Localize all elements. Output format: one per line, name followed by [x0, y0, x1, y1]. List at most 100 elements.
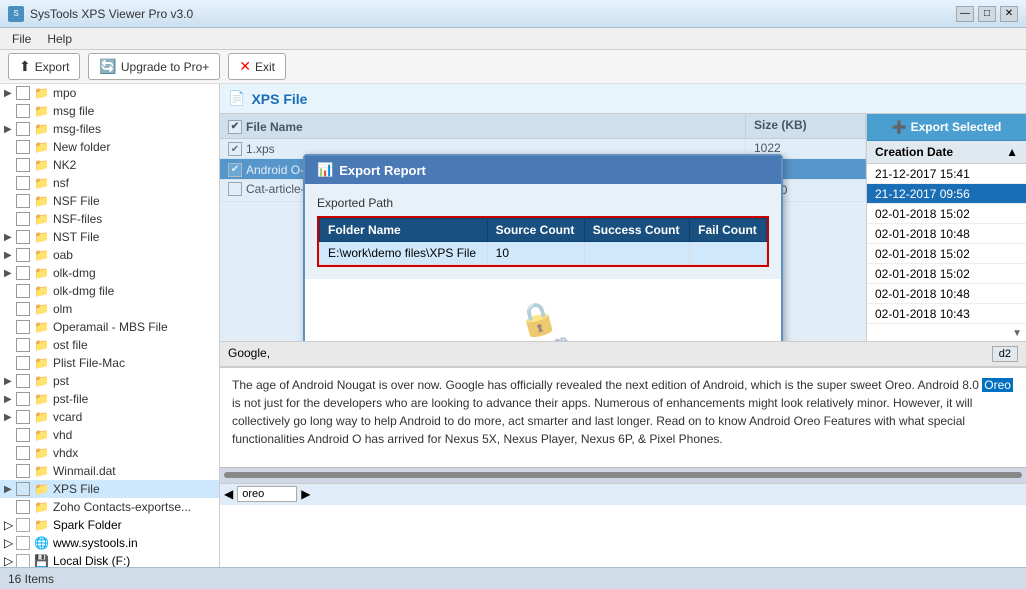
- sidebar-item-nsf-file[interactable]: 📁 NSF File: [0, 192, 219, 210]
- folder-checkbox[interactable]: [16, 500, 30, 514]
- folder-checkbox[interactable]: [16, 104, 30, 118]
- folder-checkbox[interactable]: [16, 410, 30, 424]
- sidebar-item-winmail[interactable]: 📁 Winmail.dat: [0, 462, 219, 480]
- sidebar-item-olk-dmg[interactable]: ▶ 📁 olk-dmg: [0, 264, 219, 282]
- sidebar-item-new-folder[interactable]: 📁 New folder: [0, 138, 219, 156]
- folder-icon: 📁: [34, 410, 49, 424]
- sidebar-item-mpo[interactable]: ▶ 📁 mpo: [0, 84, 219, 102]
- sidebar-systools[interactable]: ▷ 🌐 www.systools.in: [0, 534, 219, 552]
- sidebar-item-nsf-files[interactable]: 📁 NSF-files: [0, 210, 219, 228]
- menu-bar: File Help: [0, 28, 1026, 50]
- sidebar-item-nk2[interactable]: 📁 NK2: [0, 156, 219, 174]
- sidebar-item-vhdx[interactable]: 📁 vhdx: [0, 444, 219, 462]
- folder-checkbox[interactable]: [16, 230, 30, 244]
- sidebar-item-plist[interactable]: 📁 Plist File-Mac: [0, 354, 219, 372]
- export-report-dialog: 📊 Export Report Exported Path Folder Nam…: [303, 154, 783, 341]
- folder-checkbox[interactable]: [16, 176, 30, 190]
- date-row[interactable]: 21-12-2017 09:56: [867, 184, 1026, 204]
- folder-checkbox[interactable]: [16, 212, 30, 226]
- folder-checkbox[interactable]: [16, 338, 30, 352]
- sidebar-item-olm[interactable]: 📁 olm: [0, 300, 219, 318]
- folder-checkbox[interactable]: [16, 446, 30, 460]
- close-button[interactable]: ✕: [1000, 6, 1018, 22]
- folder-checkbox[interactable]: [16, 158, 30, 172]
- sidebar-item-olk-dmg-file[interactable]: 📁 olk-dmg file: [0, 282, 219, 300]
- sidebar-item-label: NK2: [53, 158, 76, 172]
- drive-checkbox[interactable]: [16, 518, 30, 532]
- sidebar-local-disk-f[interactable]: ▷ 💾 Local Disk (F:): [0, 552, 219, 567]
- scroll-up-icon[interactable]: ▲: [1006, 145, 1018, 159]
- folder-icon: 📁: [34, 428, 49, 442]
- sidebar-item-msg-files[interactable]: ▶ 📁 msg-files: [0, 120, 219, 138]
- folder-checkbox[interactable]: [16, 194, 30, 208]
- folder-checkbox[interactable]: [16, 392, 30, 406]
- expand-arrow: ▶: [4, 88, 16, 99]
- drive-checkbox[interactable]: [16, 554, 30, 567]
- creation-date-header: Creation Date ▲: [867, 141, 1026, 164]
- minimize-button[interactable]: —: [956, 6, 974, 22]
- folder-checkbox[interactable]: [16, 266, 30, 280]
- scroll-bar[interactable]: [224, 472, 1022, 478]
- sidebar-item-vhd[interactable]: 📁 vhd: [0, 426, 219, 444]
- sidebar-item-nsf[interactable]: 📁 nsf: [0, 174, 219, 192]
- date-row[interactable]: 02-01-2018 15:02: [867, 264, 1026, 284]
- expand-arrow: ▶: [4, 376, 16, 387]
- drive-checkbox[interactable]: [16, 536, 30, 550]
- export-selected-button[interactable]: ➕ Export Selected: [867, 114, 1026, 141]
- folder-icon: 📁: [34, 320, 49, 334]
- folder-checkbox[interactable]: [16, 284, 30, 298]
- folder-checkbox[interactable]: [16, 248, 30, 262]
- date-row[interactable]: 02-01-2018 15:02: [867, 244, 1026, 264]
- report-data-row: E:\work\demo files\XPS File 10: [320, 242, 767, 265]
- folder-checkbox[interactable]: [16, 320, 30, 334]
- status-text: 16 Items: [8, 572, 54, 586]
- search-forward-icon[interactable]: ▶: [301, 487, 310, 501]
- sidebar-item-zoho[interactable]: 📁 Zoho Contacts-exportse...: [0, 498, 219, 516]
- sidebar-item-label: pst: [53, 374, 69, 388]
- menu-help[interactable]: Help: [39, 30, 80, 48]
- sidebar-item-oab[interactable]: ▶ 📁 oab: [0, 246, 219, 264]
- sidebar-item-xps-file[interactable]: ▶ 📁 XPS File: [0, 480, 219, 498]
- folder-checkbox[interactable]: [16, 140, 30, 154]
- folder-icon: 📁: [34, 482, 49, 496]
- sidebar-item-label: ost file: [53, 338, 88, 352]
- folder-checkbox[interactable]: [16, 122, 30, 136]
- date-row[interactable]: 02-01-2018 10:48: [867, 224, 1026, 244]
- sidebar-item-label: Local Disk (F:): [53, 554, 130, 567]
- report-table: Folder Name Source Count Success Count F…: [319, 218, 767, 265]
- sidebar-item-pst-file[interactable]: ▶ 📁 pst-file: [0, 390, 219, 408]
- folder-checkbox[interactable]: [16, 302, 30, 316]
- folder-checkbox[interactable]: [16, 356, 30, 370]
- sidebar-spark-folder[interactable]: ▷ 📁 Spark Folder: [0, 516, 219, 534]
- col-header-fail: Fail Count: [690, 219, 767, 242]
- folder-checkbox[interactable]: [16, 374, 30, 388]
- date-row[interactable]: 02-01-2018 15:02: [867, 204, 1026, 224]
- sidebar-item-msg-file[interactable]: 📁 msg file: [0, 102, 219, 120]
- sidebar-item-nst-file[interactable]: ▶ 📁 NST File: [0, 228, 219, 246]
- sidebar-item-label: New folder: [53, 140, 110, 154]
- date-row[interactable]: 02-01-2018 10:48: [867, 284, 1026, 304]
- upgrade-button[interactable]: 🔄 Upgrade to Pro+: [88, 53, 220, 80]
- export-button[interactable]: ⬆ Export: [8, 53, 80, 80]
- sidebar-item-label: Operamail - MBS File: [53, 320, 168, 334]
- folder-icon: 📁: [34, 176, 49, 190]
- folder-checkbox[interactable]: [16, 86, 30, 100]
- watermark: 🔒 安下载 anxz.com: [501, 289, 585, 341]
- menu-file[interactable]: File: [4, 30, 39, 48]
- sidebar-item-pst[interactable]: ▶ 📁 pst: [0, 372, 219, 390]
- folder-checkbox[interactable]: [16, 464, 30, 478]
- date-row[interactable]: 21-12-2017 15:41: [867, 164, 1026, 184]
- folder-checkbox[interactable]: [16, 428, 30, 442]
- exit-button[interactable]: ✕ Exit: [228, 53, 286, 80]
- maximize-button[interactable]: □: [978, 6, 996, 22]
- search-input[interactable]: [237, 486, 297, 502]
- sidebar-item-ost[interactable]: 📁 ost file: [0, 336, 219, 354]
- expand-arrow: ▷: [4, 554, 16, 567]
- folder-checkbox[interactable]: [16, 482, 30, 496]
- sidebar-item-operamail[interactable]: 📁 Operamail - MBS File: [0, 318, 219, 336]
- date-row[interactable]: 02-01-2018 10:43: [867, 304, 1026, 324]
- sidebar-item-label: NST File: [53, 230, 99, 244]
- export-report-overlay: 📊 Export Report Exported Path Folder Nam…: [220, 114, 866, 341]
- sidebar-item-vcard[interactable]: ▶ 📁 vcard: [0, 408, 219, 426]
- export-icon: ⬆: [19, 58, 31, 75]
